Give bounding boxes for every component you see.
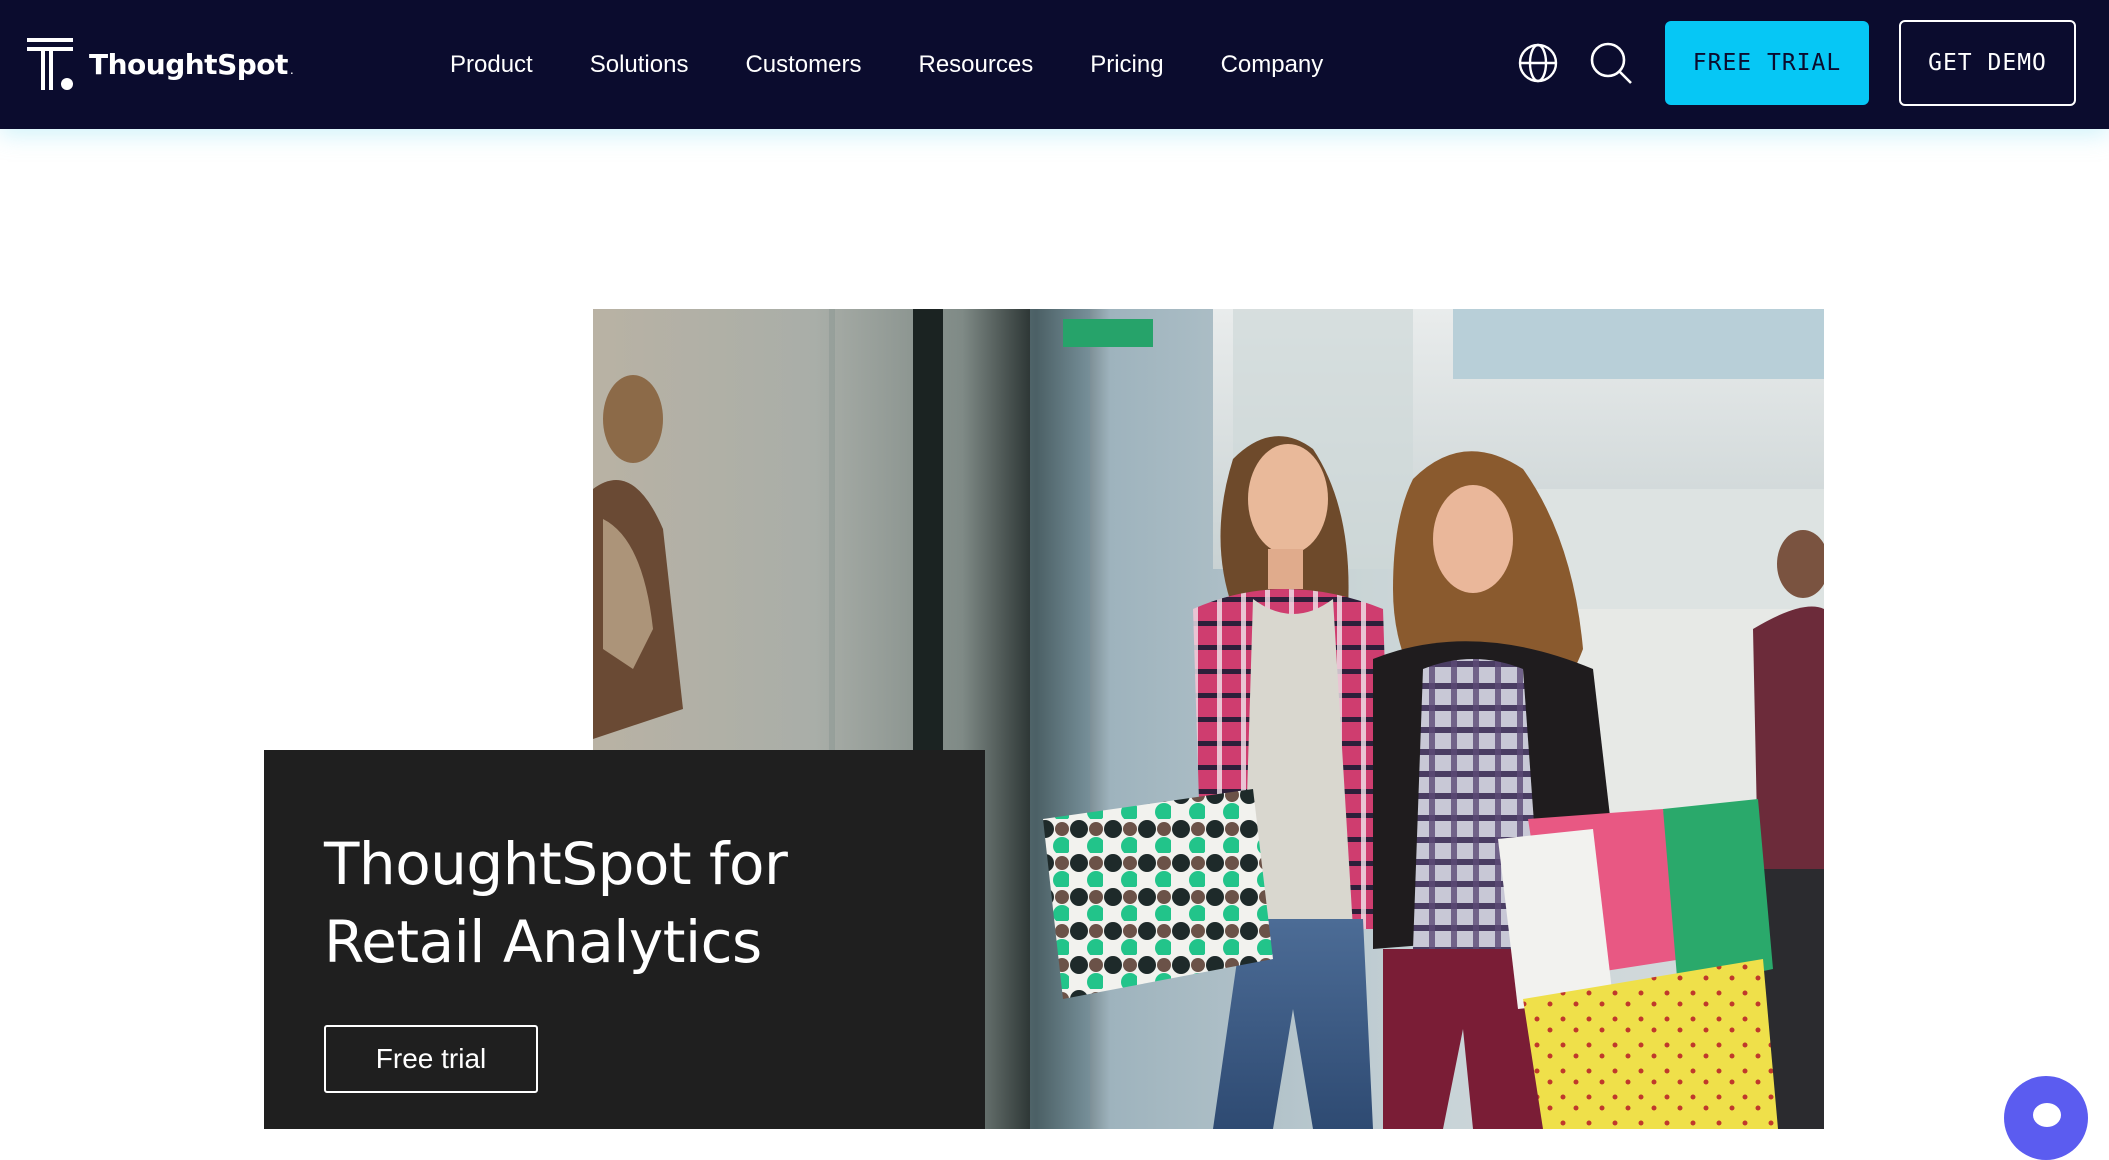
get-demo-button[interactable]: GET DEMO <box>1899 20 2076 106</box>
thoughtspot-logo[interactable]: ThoughtSpot . <box>27 38 294 90</box>
main-nav: Product Solutions Customers Resources Pr… <box>450 0 1323 129</box>
nav-item-pricing[interactable]: Pricing <box>1090 51 1163 79</box>
globe-icon[interactable] <box>1515 40 1561 86</box>
logo-text: ThoughtSpot <box>89 47 288 81</box>
logo-mark-icon <box>27 38 73 90</box>
top-navbar: ThoughtSpot . Product Solutions Customer… <box>0 0 2109 129</box>
logo-dot: . <box>289 61 294 77</box>
nav-item-solutions[interactable]: Solutions <box>590 51 689 79</box>
chat-icon[interactable] <box>2004 1076 2088 1160</box>
hero-card: ThoughtSpot for Retail Analytics Free tr… <box>264 750 985 1129</box>
nav-item-resources[interactable]: Resources <box>918 51 1033 79</box>
hero-free-trial-button[interactable]: Free trial <box>324 1025 538 1093</box>
free-trial-button[interactable]: FREE TRIAL <box>1665 21 1869 105</box>
search-icon[interactable] <box>1588 40 1634 86</box>
hero-title: ThoughtSpot for Retail Analytics <box>324 830 788 976</box>
nav-item-company[interactable]: Company <box>1221 51 1324 79</box>
nav-item-product[interactable]: Product <box>450 51 533 79</box>
nav-item-customers[interactable]: Customers <box>745 51 861 79</box>
